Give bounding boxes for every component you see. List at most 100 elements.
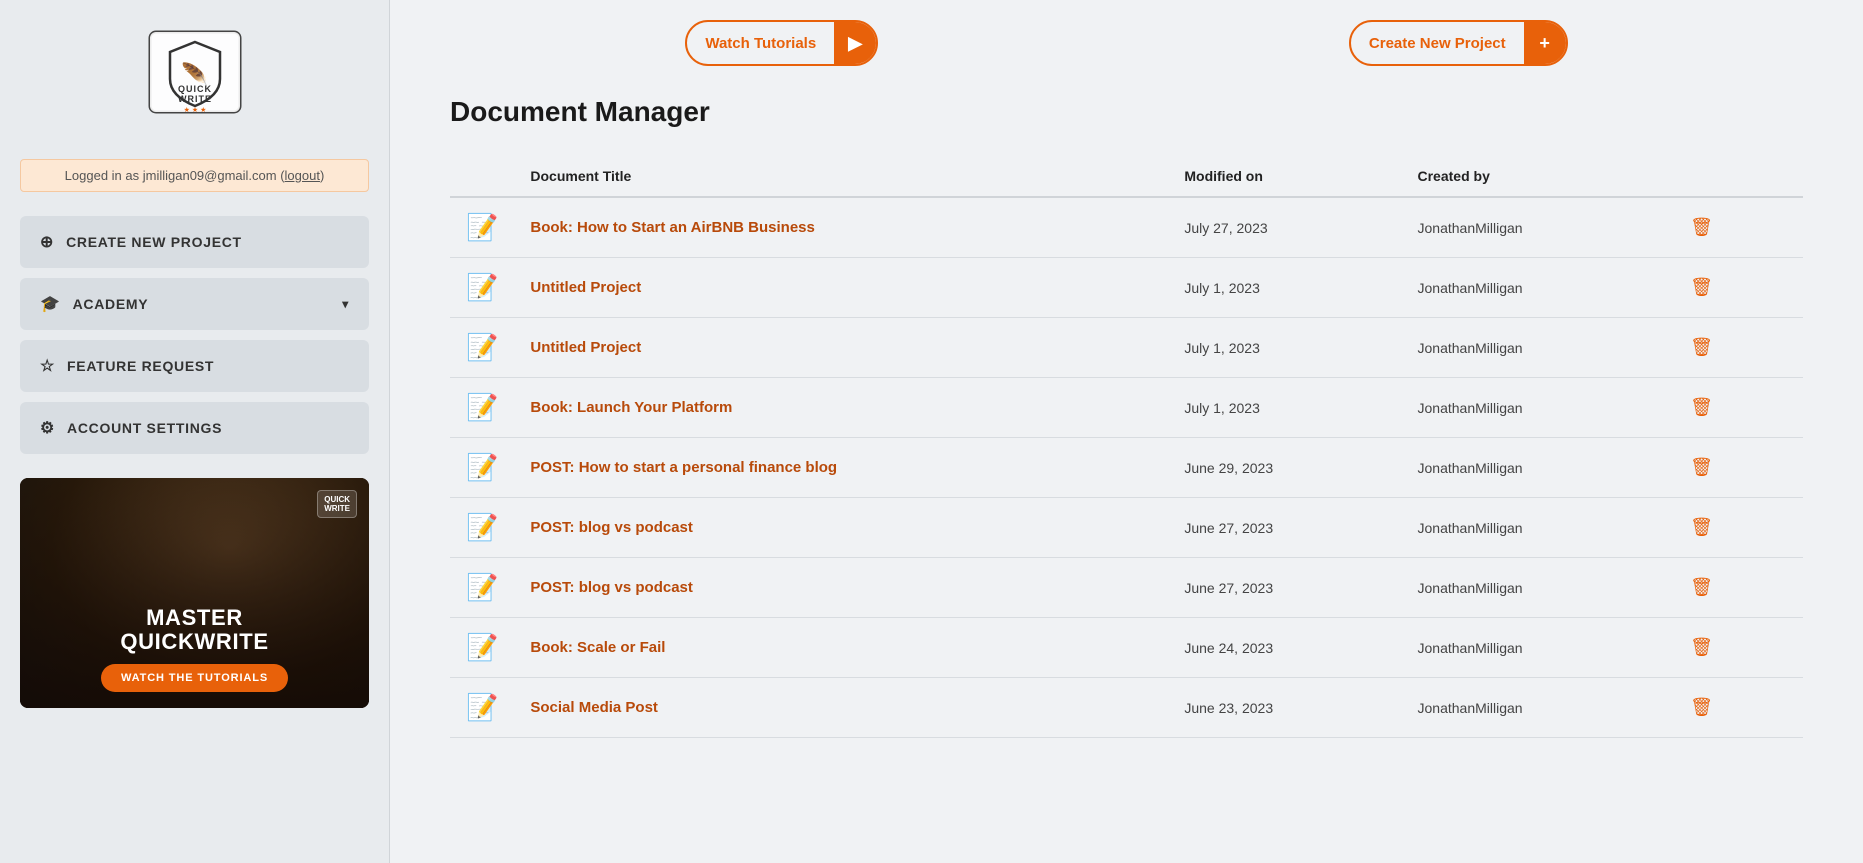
top-bar: Watch Tutorials ▶ Create New Project + — [390, 0, 1863, 86]
col-header-icon — [450, 158, 514, 197]
doc-delete-cell: 🗑 — [1666, 618, 1803, 678]
doc-title-link[interactable]: Book: Launch Your Platform — [530, 399, 732, 416]
doc-title-cell: Book: Scale or Fail — [514, 618, 1168, 678]
doc-icon-cell: 📝 — [450, 558, 514, 618]
gear-icon: ⚙ — [40, 418, 55, 438]
doc-icon-cell: 📝 — [450, 318, 514, 378]
document-icon: 📝 — [466, 272, 498, 302]
table-row: 📝POST: blog vs podcastJune 27, 2023Jonat… — [450, 498, 1803, 558]
doc-creator: JonathanMilligan — [1402, 678, 1667, 738]
content-area: Document Manager Document Title Modified… — [390, 86, 1863, 778]
doc-delete-cell: 🗑 — [1666, 498, 1803, 558]
sidebar-item-academy[interactable]: 🎓 ACADEMY ▾ — [20, 278, 369, 330]
delete-button[interactable]: 🗑 — [1682, 273, 1721, 302]
doc-modified-date: July 1, 2023 — [1168, 318, 1401, 378]
document-icon: 📝 — [466, 392, 498, 422]
delete-button[interactable]: 🗑 — [1682, 333, 1721, 362]
delete-button[interactable]: 🗑 — [1682, 633, 1721, 662]
doc-modified-date: July 27, 2023 — [1168, 197, 1401, 258]
doc-creator: JonathanMilligan — [1402, 197, 1667, 258]
doc-creator: JonathanMilligan — [1402, 318, 1667, 378]
delete-button[interactable]: 🗑 — [1682, 393, 1721, 422]
play-icon: ▶ — [834, 22, 876, 64]
doc-title-cell: POST: How to start a personal finance bl… — [514, 438, 1168, 498]
doc-title-cell: Social Media Post — [514, 678, 1168, 738]
col-header-created-by: Created by — [1402, 158, 1667, 197]
document-icon: 📝 — [466, 692, 498, 722]
table-row: 📝 Social Media Post June 23, 2023JonathanM… — [450, 678, 1803, 738]
doc-title-cell: POST: blog vs podcast — [514, 558, 1168, 618]
document-icon: 📝 — [466, 572, 498, 602]
col-header-modified: Modified on — [1168, 158, 1401, 197]
doc-title-cell: POST: blog vs podcast — [514, 498, 1168, 558]
doc-modified-date: July 1, 2023 — [1168, 258, 1401, 318]
doc-modified-date: June 27, 2023 — [1168, 498, 1401, 558]
doc-icon-cell: 📝 — [450, 438, 514, 498]
delete-button[interactable]: 🗑 — [1682, 453, 1721, 482]
delete-button[interactable]: 🗑 — [1682, 213, 1721, 242]
doc-title-link[interactable]: POST: blog vs podcast — [530, 579, 693, 596]
logo: 🪶 QUICK WRITE ★ ★ ★ — [140, 24, 250, 139]
col-header-actions — [1666, 158, 1803, 197]
doc-title-link[interactable]: Book: How to Start an AirBNB Business — [530, 219, 814, 236]
doc-modified-date: June 29, 2023 — [1168, 438, 1401, 498]
doc-delete-cell: 🗑 — [1666, 438, 1803, 498]
doc-title-cell: Book: Launch Your Platform — [514, 378, 1168, 438]
chevron-down-icon: ▾ — [342, 297, 349, 311]
doc-delete-cell: 🗑 — [1666, 558, 1803, 618]
document-table: Document Title Modified on Created by 📝B… — [450, 158, 1803, 738]
document-icon: 📝 — [466, 632, 498, 662]
sidebar: 🪶 QUICK WRITE ★ ★ ★ Logged in as jmillig… — [0, 0, 390, 863]
doc-icon-cell: 📝 — [450, 498, 514, 558]
sidebar-item-account-settings[interactable]: ⚙ ACCOUNT SETTINGS — [20, 402, 369, 454]
main-content: Watch Tutorials ▶ Create New Project + D… — [390, 0, 1863, 863]
table-row: 📝POST: blog vs podcastJune 27, 2023Jonat… — [450, 558, 1803, 618]
doc-modified-date: June 23, 2023 — [1168, 678, 1401, 738]
promo-banner: QUICKWRITE MASTERQUICKWRITE WATCH THE TU… — [20, 478, 369, 708]
delete-button[interactable]: 🗑 — [1682, 573, 1721, 602]
plus-circle-icon: ⊕ — [40, 232, 54, 252]
doc-creator: JonathanMilligan — [1402, 438, 1667, 498]
delete-button[interactable]: 🗑 — [1682, 693, 1721, 722]
sidebar-item-feature-request[interactable]: ☆ FEATURE REQUEST — [20, 340, 369, 392]
table-row: 📝 POST: How to start a personal finance b… — [450, 438, 1803, 498]
doc-delete-cell: 🗑 — [1666, 258, 1803, 318]
document-icon: 📝 — [466, 452, 498, 482]
table-row: 📝 Book: How to Start an AirBNB Business Ju… — [450, 197, 1803, 258]
doc-title-link[interactable]: Book: Scale or Fail — [530, 639, 665, 656]
doc-modified-date: June 24, 2023 — [1168, 618, 1401, 678]
promo-cta-button[interactable]: WATCH THE TUTORIALS — [101, 664, 288, 692]
doc-creator: JonathanMilligan — [1402, 378, 1667, 438]
table-row: 📝Book: Launch Your PlatformJuly 1, 2023J… — [450, 378, 1803, 438]
doc-title-link[interactable]: Social Media Post — [530, 699, 658, 716]
delete-button[interactable]: 🗑 — [1682, 513, 1721, 542]
promo-title: MASTERQUICKWRITE — [101, 606, 288, 654]
sidebar-item-create-new-project[interactable]: ⊕ CREATE NEW PROJECT — [20, 216, 369, 268]
doc-title-link[interactable]: POST: How to start a personal finance bl… — [530, 459, 837, 476]
doc-title-link[interactable]: POST: blog vs podcast — [530, 519, 693, 536]
table-row: 📝 Untitled Project July 1, 2023JonathanMil… — [450, 318, 1803, 378]
doc-title-cell: Untitled Project — [514, 258, 1168, 318]
svg-text:★ ★ ★: ★ ★ ★ — [183, 106, 206, 114]
doc-title-link[interactable]: Untitled Project — [530, 339, 641, 356]
watch-tutorials-button[interactable]: Watch Tutorials ▶ — [685, 20, 878, 66]
doc-icon-cell: 📝 — [450, 678, 514, 738]
create-new-project-button[interactable]: Create New Project + — [1349, 20, 1568, 66]
doc-icon-cell: 📝 — [450, 618, 514, 678]
document-icon: 📝 — [466, 512, 498, 542]
doc-delete-cell: 🗑 — [1666, 197, 1803, 258]
star-icon: ☆ — [40, 356, 55, 376]
doc-delete-cell: 🗑 — [1666, 378, 1803, 438]
doc-title-link[interactable]: Untitled Project — [530, 279, 641, 296]
doc-icon-cell: 📝 — [450, 197, 514, 258]
logout-link[interactable]: logout — [285, 168, 320, 183]
table-row: 📝Untitled ProjectJuly 1, 2023JonathanMil… — [450, 258, 1803, 318]
promo-logo-badge: QUICKWRITE — [317, 490, 357, 518]
login-info: Logged in as jmilligan09@gmail.com (logo… — [20, 159, 369, 192]
doc-delete-cell: 🗑 — [1666, 678, 1803, 738]
doc-icon-cell: 📝 — [450, 258, 514, 318]
document-icon: 📝 — [466, 332, 498, 362]
doc-icon-cell: 📝 — [450, 378, 514, 438]
sidebar-nav: ⊕ CREATE NEW PROJECT 🎓 ACADEMY ▾ ☆ FEATU… — [20, 216, 369, 454]
doc-title-cell: Book: How to Start an AirBNB Business — [514, 197, 1168, 258]
